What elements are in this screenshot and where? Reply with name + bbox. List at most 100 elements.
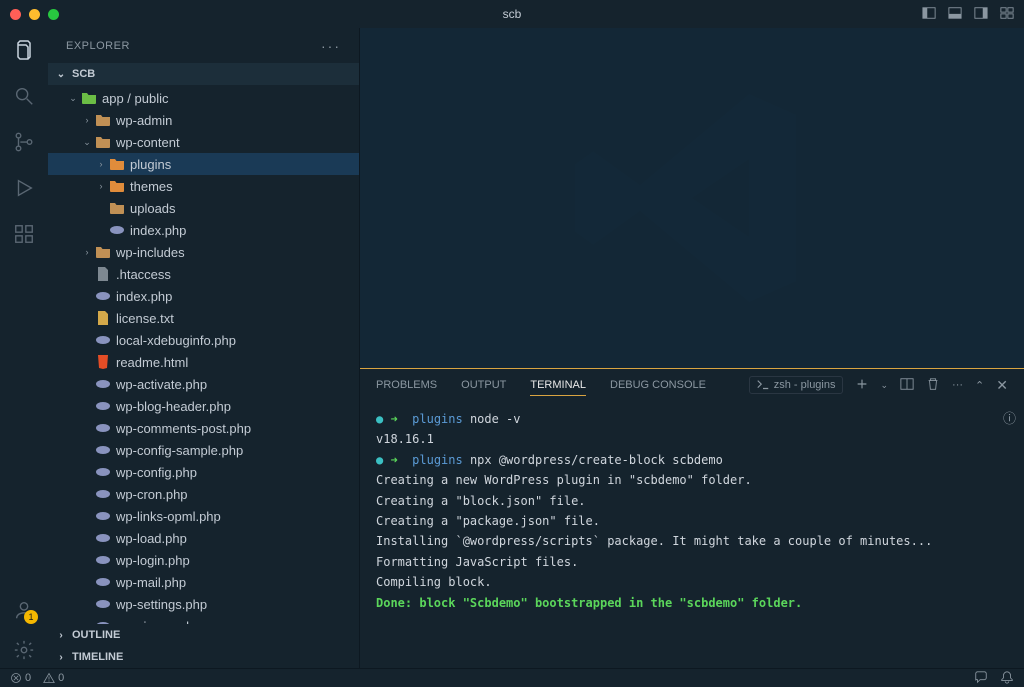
file-icon (94, 510, 112, 522)
tab-problems[interactable]: PROBLEMS (376, 375, 437, 395)
chevron-right-icon: › (54, 652, 68, 663)
twisty-icon: › (80, 115, 94, 125)
layout-secondary-side-icon[interactable] (974, 6, 988, 23)
file-label: app / public (102, 91, 169, 106)
tree-item[interactable]: wp-activate.php (48, 373, 359, 395)
notifications-bell-icon[interactable] (1000, 670, 1014, 687)
file-label: local-xdebuginfo.php (116, 333, 236, 348)
terminal-output[interactable]: ⓘ ● ➜ plugins node -vv18.16.1● ➜ plugins… (360, 401, 1024, 668)
explorer-title: EXPLORER (66, 40, 130, 52)
status-warnings[interactable]: 0 (43, 672, 64, 684)
tab-output[interactable]: OUTPUT (461, 375, 506, 395)
tree-item[interactable]: license.txt (48, 307, 359, 329)
file-label: wp-admin (116, 113, 172, 128)
terminal-dropdown-icon[interactable]: ⌄ (881, 380, 889, 391)
layout-panel-icon[interactable] (948, 6, 962, 23)
minimize-window-icon[interactable] (29, 9, 40, 20)
tree-item[interactable]: wp-settings.php (48, 593, 359, 615)
panel-more-icon[interactable]: ··· (952, 379, 963, 391)
customize-layout-icon[interactable] (1000, 6, 1014, 23)
file-icon (94, 266, 112, 282)
new-terminal-icon[interactable] (855, 377, 869, 394)
file-icon (94, 488, 112, 500)
outline-label: OUTLINE (72, 629, 120, 641)
terminal-info-icon[interactable]: ⓘ (1003, 409, 1016, 431)
tree-item[interactable]: wp-login.php (48, 549, 359, 571)
kill-terminal-icon[interactable] (926, 377, 940, 394)
tree-item[interactable]: readme.html (48, 351, 359, 373)
status-errors[interactable]: 0 (10, 672, 31, 684)
chevron-down-icon: ⌄ (54, 69, 68, 80)
explorer-icon[interactable] (12, 38, 36, 62)
file-label: wp-config.php (116, 465, 197, 480)
twisty-icon: › (94, 181, 108, 191)
extensions-icon[interactable] (12, 222, 36, 246)
file-label: uploads (130, 201, 176, 216)
tree-item[interactable]: ›plugins (48, 153, 359, 175)
maximize-panel-icon[interactable]: ⌃ (975, 379, 984, 392)
timeline-section-header[interactable]: › TIMELINE (48, 646, 359, 668)
tree-item[interactable]: index.php (48, 285, 359, 307)
tab-terminal[interactable]: TERMINAL (530, 375, 586, 396)
tree-item[interactable]: wp-config.php (48, 461, 359, 483)
tab-debug-console[interactable]: DEBUG CONSOLE (610, 375, 706, 395)
terminal-selector[interactable]: zsh - plugins (749, 376, 843, 394)
file-icon (80, 91, 98, 105)
search-icon[interactable] (12, 84, 36, 108)
file-icon (108, 157, 126, 171)
tree-item[interactable]: ›wp-includes (48, 241, 359, 263)
file-tree: ⌄ app / public › wp-admin ⌄wp-content›plugin… (48, 85, 359, 624)
tree-item[interactable]: uploads (48, 197, 359, 219)
tree-item[interactable]: wp-config-sample.php (48, 439, 359, 461)
file-icon (94, 135, 112, 149)
file-label: wp-blog-header.php (116, 399, 231, 414)
accounts-icon[interactable]: 1 (12, 598, 36, 622)
file-icon (94, 422, 112, 434)
tree-item[interactable]: ⌄wp-content (48, 131, 359, 153)
tree-item[interactable]: ⌄ app / public (48, 87, 359, 109)
layout-primary-side-icon[interactable] (922, 6, 936, 23)
file-label: wp-links-opml.php (116, 509, 221, 524)
run-debug-icon[interactable] (12, 176, 36, 200)
tree-item[interactable]: wp-load.php (48, 527, 359, 549)
close-panel-icon[interactable]: ✕ (996, 377, 1008, 394)
maximize-window-icon[interactable] (48, 9, 59, 20)
file-icon (94, 466, 112, 478)
tree-item[interactable]: wp-cron.php (48, 483, 359, 505)
split-terminal-icon[interactable] (900, 377, 914, 394)
tree-item[interactable]: wp-blog-header.php (48, 395, 359, 417)
tree-item[interactable]: .htaccess (48, 263, 359, 285)
twisty-icon: › (80, 247, 94, 257)
tree-item[interactable]: wp-signup.php (48, 615, 359, 624)
outline-section-header[interactable]: › OUTLINE (48, 624, 359, 646)
tree-item[interactable]: wp-comments-post.php (48, 417, 359, 439)
file-icon (108, 224, 126, 236)
twisty-icon: › (94, 159, 108, 169)
file-label: license.txt (116, 311, 174, 326)
file-icon (94, 310, 112, 326)
activity-bar: 1 (0, 28, 48, 668)
tree-item[interactable]: › themes (48, 175, 359, 197)
file-icon (108, 179, 126, 193)
project-section-header[interactable]: ⌄ SCB (48, 63, 359, 85)
file-icon (94, 354, 112, 370)
close-window-icon[interactable] (10, 9, 21, 20)
twisty-icon: ⌄ (80, 137, 94, 148)
file-label: wp-comments-post.php (116, 421, 251, 436)
terminal-line: Formatting JavaScript files. (376, 552, 1008, 572)
explorer-more-icon[interactable]: ··· (321, 38, 341, 54)
tree-item[interactable]: local-xdebuginfo.php (48, 329, 359, 351)
tree-item[interactable]: wp-links-opml.php (48, 505, 359, 527)
source-control-icon[interactable] (12, 130, 36, 154)
tree-item[interactable]: index.php (48, 219, 359, 241)
file-icon (108, 201, 126, 215)
bottom-panel: PROBLEMS OUTPUT TERMINAL DEBUG CONSOLE z… (360, 368, 1024, 668)
file-label: themes (130, 179, 173, 194)
feedback-icon[interactable] (974, 670, 988, 687)
twisty-icon: ⌄ (66, 93, 80, 104)
tree-item[interactable]: › wp-admin (48, 109, 359, 131)
window-controls[interactable] (10, 9, 59, 20)
settings-gear-icon[interactable] (12, 638, 36, 662)
terminal-line: ● ➜ plugins npx @wordpress/create-block … (376, 450, 1008, 470)
tree-item[interactable]: wp-mail.php (48, 571, 359, 593)
